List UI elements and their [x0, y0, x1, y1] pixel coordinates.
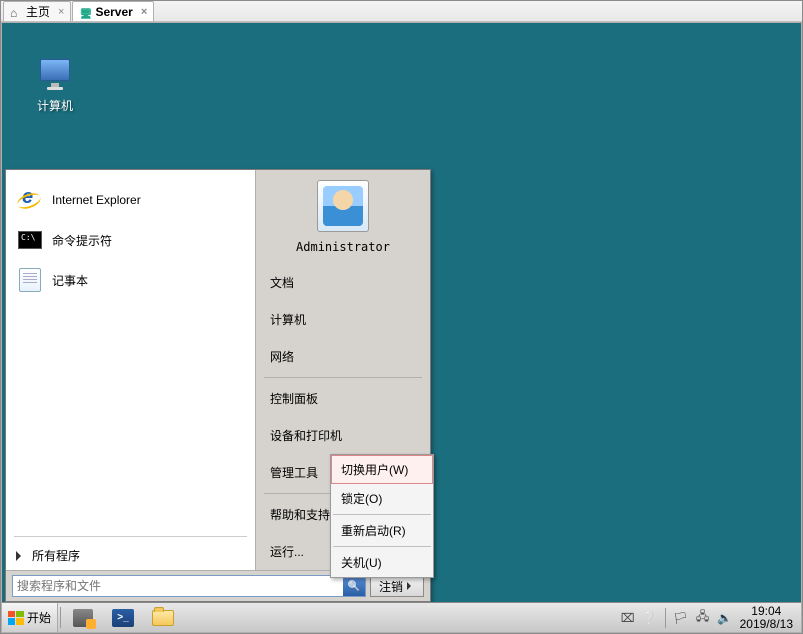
app-item-ie[interactable]: Internet Explorer — [6, 180, 255, 220]
submenu-label: 切换用户(W) — [341, 463, 408, 477]
divider — [264, 377, 422, 378]
user-name-label: Administrator — [256, 236, 430, 264]
tab-server[interactable]: Server × — [72, 1, 154, 21]
submenu-shutdown[interactable]: 关机(U) — [331, 548, 433, 577]
right-item-label: 运行... — [270, 545, 304, 559]
explorer-icon — [152, 610, 174, 626]
pinned-apps: >_ — [63, 603, 183, 632]
submenu-label: 重新启动(R) — [341, 524, 406, 538]
right-item-control-panel[interactable]: 控制面板 — [256, 380, 430, 417]
divider — [14, 536, 247, 537]
pinned-powershell[interactable]: >_ — [103, 604, 143, 632]
start-menu-left-pane: Internet Explorer C:\ 命令提示符 记事本 所有程序 — [6, 170, 256, 570]
search-button[interactable] — [343, 576, 365, 596]
shutdown-submenu: 切换用户(W) 锁定(O) 重新启动(R) 关机(U) — [330, 454, 434, 578]
submenu-restart[interactable]: 重新启动(R) — [331, 516, 433, 545]
tab-home-close-icon[interactable]: × — [58, 6, 64, 18]
powershell-icon: >_ — [112, 609, 134, 627]
start-button[interactable]: 开始 — [2, 603, 58, 632]
user-avatar[interactable] — [317, 180, 369, 232]
app-label: Internet Explorer — [52, 193, 141, 207]
search-box — [12, 575, 366, 597]
tray-help-icon[interactable]: ❔ — [641, 609, 659, 627]
home-icon — [10, 6, 22, 18]
tray-action-center-icon[interactable]: 🏳 — [672, 609, 690, 627]
right-item-label: 文档 — [270, 276, 294, 290]
clock-date: 2019/8/13 — [740, 618, 793, 631]
divider — [333, 514, 431, 515]
arrow-right-icon — [16, 551, 26, 561]
tab-server-close-icon[interactable]: × — [141, 6, 147, 18]
arrow-right-icon — [407, 582, 415, 590]
app-item-notepad[interactable]: 记事本 — [6, 260, 255, 300]
server-manager-icon — [73, 609, 93, 627]
tray-network-icon[interactable]: 🖧 — [694, 609, 712, 627]
notepad-icon — [16, 266, 44, 294]
right-item-computer[interactable]: 计算机 — [256, 301, 430, 338]
all-programs-label: 所有程序 — [32, 547, 80, 564]
computer-icon — [37, 59, 73, 93]
app-label: 命令提示符 — [52, 232, 112, 249]
windows-logo-icon — [8, 611, 24, 625]
submenu-switch-user[interactable]: 切换用户(W) — [331, 455, 433, 484]
tab-home-label: 主页 — [26, 3, 50, 20]
start-button-label: 开始 — [27, 609, 51, 626]
divider — [333, 546, 431, 547]
tab-home[interactable]: 主页 × — [3, 1, 71, 21]
server-icon — [79, 6, 91, 18]
tray-volume-icon[interactable]: 🔈 — [716, 609, 734, 627]
right-item-documents[interactable]: 文档 — [256, 264, 430, 301]
search-input[interactable] — [13, 576, 343, 596]
tray-disk-icon[interactable]: ⌧ — [619, 609, 637, 627]
divider — [665, 608, 666, 628]
tab-server-label: Server — [95, 5, 132, 19]
app-item-cmd[interactable]: C:\ 命令提示符 — [6, 220, 255, 260]
all-programs-button[interactable]: 所有程序 — [6, 541, 255, 570]
app-label: 记事本 — [52, 272, 88, 289]
browser-tab-strip: 主页 × Server × — [0, 0, 803, 22]
right-item-label: 帮助和支持 — [270, 508, 330, 522]
desktop-icon-label: 计算机 — [20, 97, 90, 114]
submenu-lock[interactable]: 锁定(O) — [331, 484, 433, 513]
taskbar-clock[interactable]: 19:04 2019/8/13 — [738, 604, 799, 631]
logoff-button[interactable]: 注销 — [370, 575, 424, 597]
pinned-explorer[interactable] — [143, 604, 183, 632]
submenu-label: 关机(U) — [341, 556, 382, 570]
desktop-icon-computer[interactable]: 计算机 — [20, 59, 90, 114]
right-item-label: 网络 — [270, 350, 294, 364]
submenu-label: 锁定(O) — [341, 492, 382, 506]
logoff-label: 注销 — [379, 578, 403, 595]
right-item-devices[interactable]: 设备和打印机 — [256, 417, 430, 454]
divider — [60, 607, 61, 628]
ie-icon — [16, 186, 44, 214]
pinned-server-manager[interactable] — [63, 604, 103, 632]
system-tray: ⌧ ❔ 🏳 🖧 🔈 19:04 2019/8/13 — [617, 603, 801, 632]
start-menu: Internet Explorer C:\ 命令提示符 记事本 所有程序 — [5, 169, 431, 602]
taskbar: 开始 >_ ⌧ ❔ 🏳 🖧 🔈 19:04 2019/8/13 — [2, 602, 801, 632]
right-item-label: 管理工具 — [270, 466, 318, 480]
right-item-network[interactable]: 网络 — [256, 338, 430, 375]
cmd-icon: C:\ — [16, 226, 44, 254]
right-item-label: 控制面板 — [270, 392, 318, 406]
right-item-label: 计算机 — [270, 313, 306, 327]
remote-desktop-area: 计算机 Internet Explorer C:\ 命令提示符 记事本 — [1, 22, 802, 633]
right-item-label: 设备和打印机 — [270, 429, 342, 443]
